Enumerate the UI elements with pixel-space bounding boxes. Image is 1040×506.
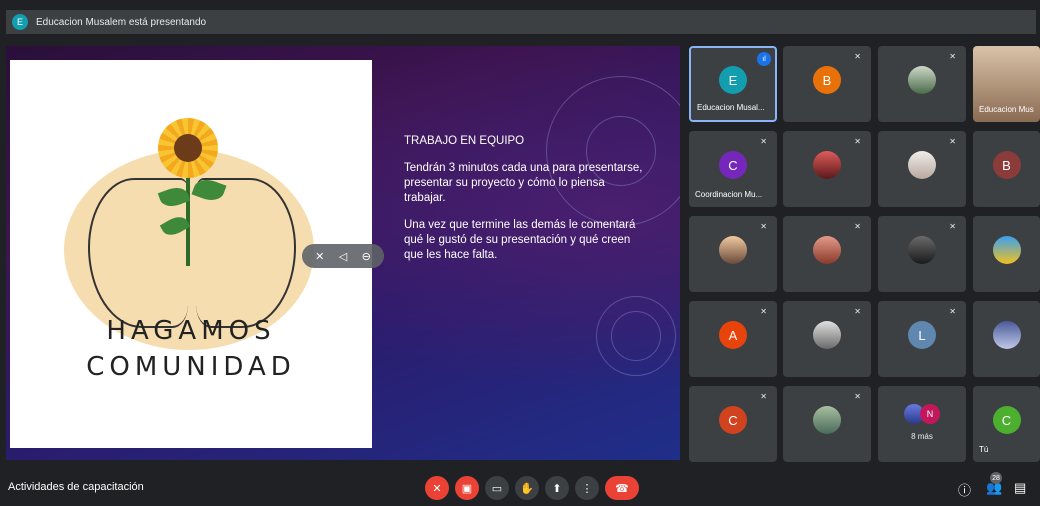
presentation-stage: HAGAMOS COMUNIDAD ✕ ◁ ⊖ TRABAJO EN EQUIP… (6, 46, 680, 460)
more-participants-tile[interactable]: N 8 más (878, 386, 966, 462)
info-button[interactable]: ⓘ (958, 480, 971, 499)
participant-tile[interactable]: ✕ (783, 131, 871, 207)
mic-off-icon: ✕ (760, 222, 767, 231)
participant-count-badge: 28 (990, 472, 1002, 484)
captions-icon: ▭ (491, 482, 503, 495)
volume-off-icon[interactable]: ◁ (339, 250, 347, 263)
mic-off-icon: ✕ (760, 392, 767, 401)
more-options-button[interactable]: ⋮ (575, 476, 599, 500)
participant-name: Educacion Musal... (697, 103, 765, 112)
participant-tile[interactable]: ✕ (878, 131, 966, 207)
participant-tile[interactable] (973, 216, 1040, 292)
participant-tile[interactable]: B (973, 131, 1040, 207)
slide-paragraph: Una vez que termine las demás le comenta… (404, 219, 636, 261)
mic-off-icon: ✕ (854, 392, 861, 401)
mic-off-icon: ✕ (760, 307, 767, 316)
avatar: C (992, 406, 1021, 434)
slide-text: TRABAJO EN EQUIPO Tendrán 3 minutos cada… (404, 134, 644, 275)
deco-ring (611, 311, 661, 361)
end-call-button[interactable]: ☎ (605, 476, 639, 500)
meet-window: E Educacion Musalem está presentando HAG… (0, 0, 1040, 506)
pin-off-icon[interactable]: ✕ (315, 250, 324, 263)
slide-title-line2: COMUNIDAD (86, 352, 296, 382)
speaking-icon: ıl (757, 52, 771, 66)
present-icon: ⬆ (552, 482, 562, 495)
avatar: B (813, 66, 841, 94)
meeting-name: Actividades de capacitación (8, 481, 144, 493)
minus-circle-icon[interactable]: ⊖ (362, 250, 371, 263)
presenting-text: Educacion Musalem está presentando (36, 16, 207, 28)
participant-name: Coordinacion Mu... (695, 190, 763, 199)
presenter-avatar: E (12, 14, 28, 30)
participant-tile-video[interactable]: Educacion Mus (973, 46, 1040, 122)
avatar: E (719, 66, 747, 94)
camera-off-button[interactable]: ▣ (455, 476, 479, 500)
slide-title-line1: HAGAMOS (106, 316, 276, 346)
presenter-overlay-controls[interactable]: ✕ ◁ ⊖ (302, 244, 384, 268)
avatar-photo (992, 321, 1021, 349)
avatar-photo (813, 321, 841, 349)
mic-off-icon: ✕ (854, 52, 861, 61)
bottom-bar: Actividades de capacitación ✕ ▣ ▭ ✋ ⬆ ⋮ … (0, 470, 1040, 506)
participant-tile[interactable]: ✕ (689, 216, 777, 292)
more-count: 8 más (911, 432, 933, 441)
participant-name: Tú (979, 445, 989, 454)
mic-off-icon: ✕ (760, 137, 767, 146)
participant-tile[interactable]: ✕ (783, 386, 871, 462)
raise-hand-button[interactable]: ✋ (515, 476, 539, 500)
avatar-photo (719, 236, 747, 264)
avatar: C (719, 406, 747, 434)
avatar: L (908, 321, 936, 349)
participant-tile[interactable]: ✕ (783, 216, 871, 292)
participant-tile[interactable]: ✕ A (689, 301, 777, 377)
present-button[interactable]: ⬆ (545, 476, 569, 500)
participant-tile[interactable]: ✕ (878, 216, 966, 292)
slide-heading: TRABAJO EN EQUIPO (404, 135, 525, 147)
more-options-icon: ⋮ (581, 482, 593, 495)
participant-tile[interactable]: ✕ (783, 301, 871, 377)
avatar: C (719, 151, 747, 179)
mic-off-button[interactable]: ✕ (425, 476, 449, 500)
captions-button[interactable]: ▭ (485, 476, 509, 500)
presenting-bar: E Educacion Musalem está presentando (6, 10, 1036, 34)
raise-hand-icon: ✋ (520, 482, 534, 495)
avatar-photo (908, 236, 936, 264)
mic-off-icon: ✕ (854, 222, 861, 231)
avatar-photo (813, 151, 841, 179)
participant-tile[interactable]: ✕ (878, 46, 966, 122)
participant-tile[interactable]: ✕ L (878, 301, 966, 377)
avatar-photo (908, 151, 936, 179)
self-tile[interactable]: C Tú (973, 386, 1040, 462)
participant-tile[interactable]: ✕ C Coordinacion Mu... (689, 131, 777, 207)
avatar-photo (908, 66, 936, 94)
mic-off-icon: ✕ (949, 307, 956, 316)
mic-off-icon: ✕ (854, 307, 861, 316)
mic-off-icon: ✕ (949, 52, 956, 61)
mic-off-icon: ✕ (949, 137, 956, 146)
mic-off-icon: ✕ (949, 222, 956, 231)
participant-name: Educacion Mus (979, 105, 1034, 114)
chat-button[interactable]: ▤ (1014, 480, 1026, 496)
info-icon: ⓘ (958, 483, 972, 498)
mic-off-icon: ✕ (432, 482, 442, 495)
participant-tile[interactable]: ✕ C (689, 386, 777, 462)
end-call-icon: ☎ (615, 482, 629, 495)
slide-paragraph: Tendrán 3 minutos cada una para presenta… (404, 162, 643, 204)
avatar: N (920, 404, 940, 424)
avatar: A (719, 321, 747, 349)
avatar-photo (813, 406, 841, 434)
participant-tile[interactable]: ✕ B (783, 46, 871, 122)
participant-tile[interactable] (973, 301, 1040, 377)
chat-icon: ▤ (1014, 480, 1027, 495)
camera-off-icon: ▣ (461, 482, 473, 495)
participant-tile[interactable]: ıl E Educacion Musal... (689, 46, 777, 122)
avatar-photo (813, 236, 841, 264)
avatar-photo (992, 236, 1021, 264)
avatar: B (992, 151, 1021, 179)
mic-off-icon: ✕ (854, 137, 861, 146)
sunflower-core (174, 134, 202, 162)
